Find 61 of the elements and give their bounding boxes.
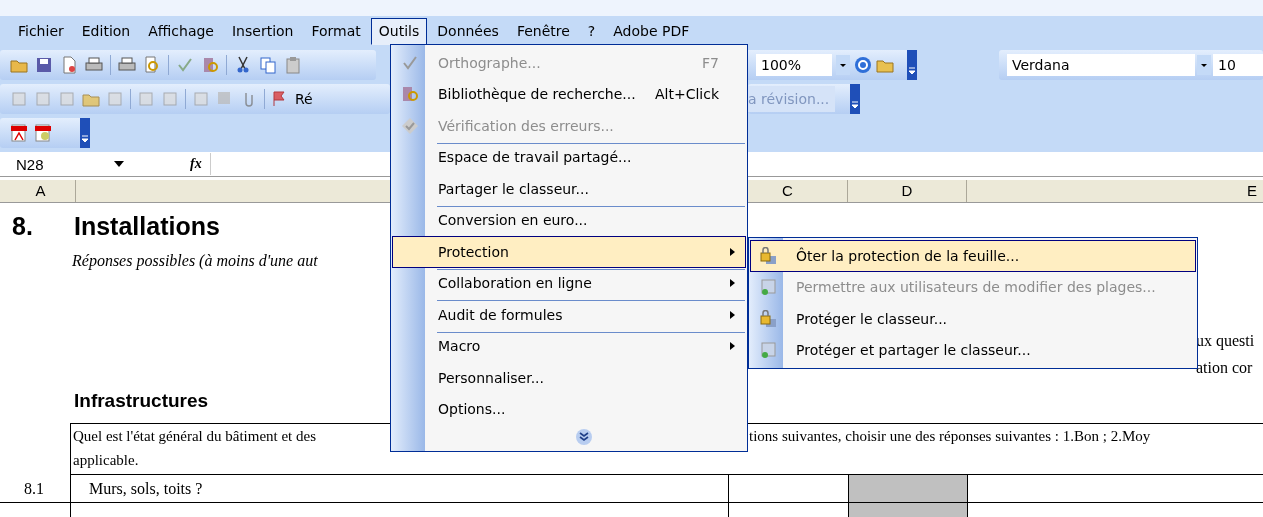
menu-bar-item[interactable]: Affichage <box>140 18 222 45</box>
toolbar-options-icon[interactable] <box>850 84 860 114</box>
section-number: 8. <box>11 211 34 241</box>
column-header[interactable]: A <box>6 180 76 202</box>
help-icon[interactable] <box>854 56 872 74</box>
font-size-field[interactable]: 10 <box>1213 54 1263 76</box>
table-cell: Murs, sols, toits ? <box>70 475 728 502</box>
warning-check-icon <box>401 116 419 135</box>
magnifier-icon[interactable] <box>143 56 161 74</box>
menu-bar-item[interactable]: Fichier <box>10 18 72 45</box>
menu-bar-item[interactable]: ? <box>579 18 604 45</box>
zoom-field[interactable]: 100% <box>756 54 832 76</box>
lock-icon <box>759 309 777 328</box>
menu-item[interactable]: Bibliothèque de recherche... Alt+Click <box>392 78 746 110</box>
check-icon[interactable] <box>176 56 194 74</box>
question-text: tions suivantes, choisir une des réponses suivantes : 1.Bon ; 2.Moy <box>749 427 1152 446</box>
toolbar-options-icon[interactable] <box>907 50 917 80</box>
menu-bar-item[interactable]: Fenêtre <box>508 18 578 45</box>
table-cell-text: 8.1 <box>23 479 45 499</box>
column-header[interactable]: E <box>967 180 1263 202</box>
expand-icon[interactable] <box>575 428 593 446</box>
printer-icon[interactable] <box>118 56 136 74</box>
pdf-icon[interactable] <box>10 124 28 142</box>
grid-icon <box>759 278 777 297</box>
insert-function-button[interactable]: fx <box>190 156 202 172</box>
menu-bar-item[interactable]: Adobe PDF <box>605 18 698 45</box>
toolbar-options-icon[interactable] <box>80 118 90 148</box>
printer-icon[interactable] <box>85 56 103 74</box>
dropdown-button[interactable] <box>1197 54 1211 76</box>
page-icon[interactable] <box>60 56 78 74</box>
question-text: applicable. <box>73 451 139 470</box>
clipboard-icon[interactable] <box>284 56 302 74</box>
menu-item[interactable]: Protéger et partager le classeur... <box>750 334 1196 366</box>
copy-icon[interactable] <box>259 56 277 74</box>
menu-bar-item[interactable]: Edition <box>73 18 139 45</box>
cell-text: ation cor <box>1196 359 1253 376</box>
clipboard-icon[interactable] <box>192 90 210 108</box>
name-box[interactable]: N28 <box>0 155 106 173</box>
question-text: Quel est l'état général du bâtiment et des <box>73 427 318 446</box>
pdf-icon[interactable] <box>34 124 52 142</box>
font-field[interactable]: Verdana <box>1007 54 1195 76</box>
menu-item[interactable]: Ôter la protection de la feuille... <box>750 240 1196 272</box>
book-icon[interactable] <box>201 56 219 74</box>
menu-bar-item[interactable]: Format <box>303 18 369 45</box>
subsection-title: Infrastructures <box>74 390 209 411</box>
grid-icon <box>759 341 777 360</box>
book-search-icon <box>401 85 419 104</box>
menu-item[interactable]: Personnaliser... <box>392 362 746 394</box>
toolbar-button-text[interactable]: Ré <box>295 91 313 107</box>
menu-item[interactable]: Protéger le classeur... <box>750 303 1196 335</box>
dropdown-button[interactable] <box>836 54 850 76</box>
section-title: Installations <box>74 211 220 241</box>
menu-bar-item[interactable]: Insertion <box>224 18 302 45</box>
note-text: Réponses possibles (à moins d'une aut <box>72 252 318 269</box>
lock-icon <box>759 246 777 265</box>
column-header[interactable]: D <box>848 180 967 202</box>
menu-bar-item[interactable]: Données <box>429 18 507 45</box>
menu-bar-item[interactable]: Outils <box>370 18 428 45</box>
dropdown-arrow-icon[interactable] <box>114 161 124 167</box>
menu-item[interactable]: Protection <box>392 236 746 268</box>
menu-item[interactable]: Options... <box>392 393 746 425</box>
